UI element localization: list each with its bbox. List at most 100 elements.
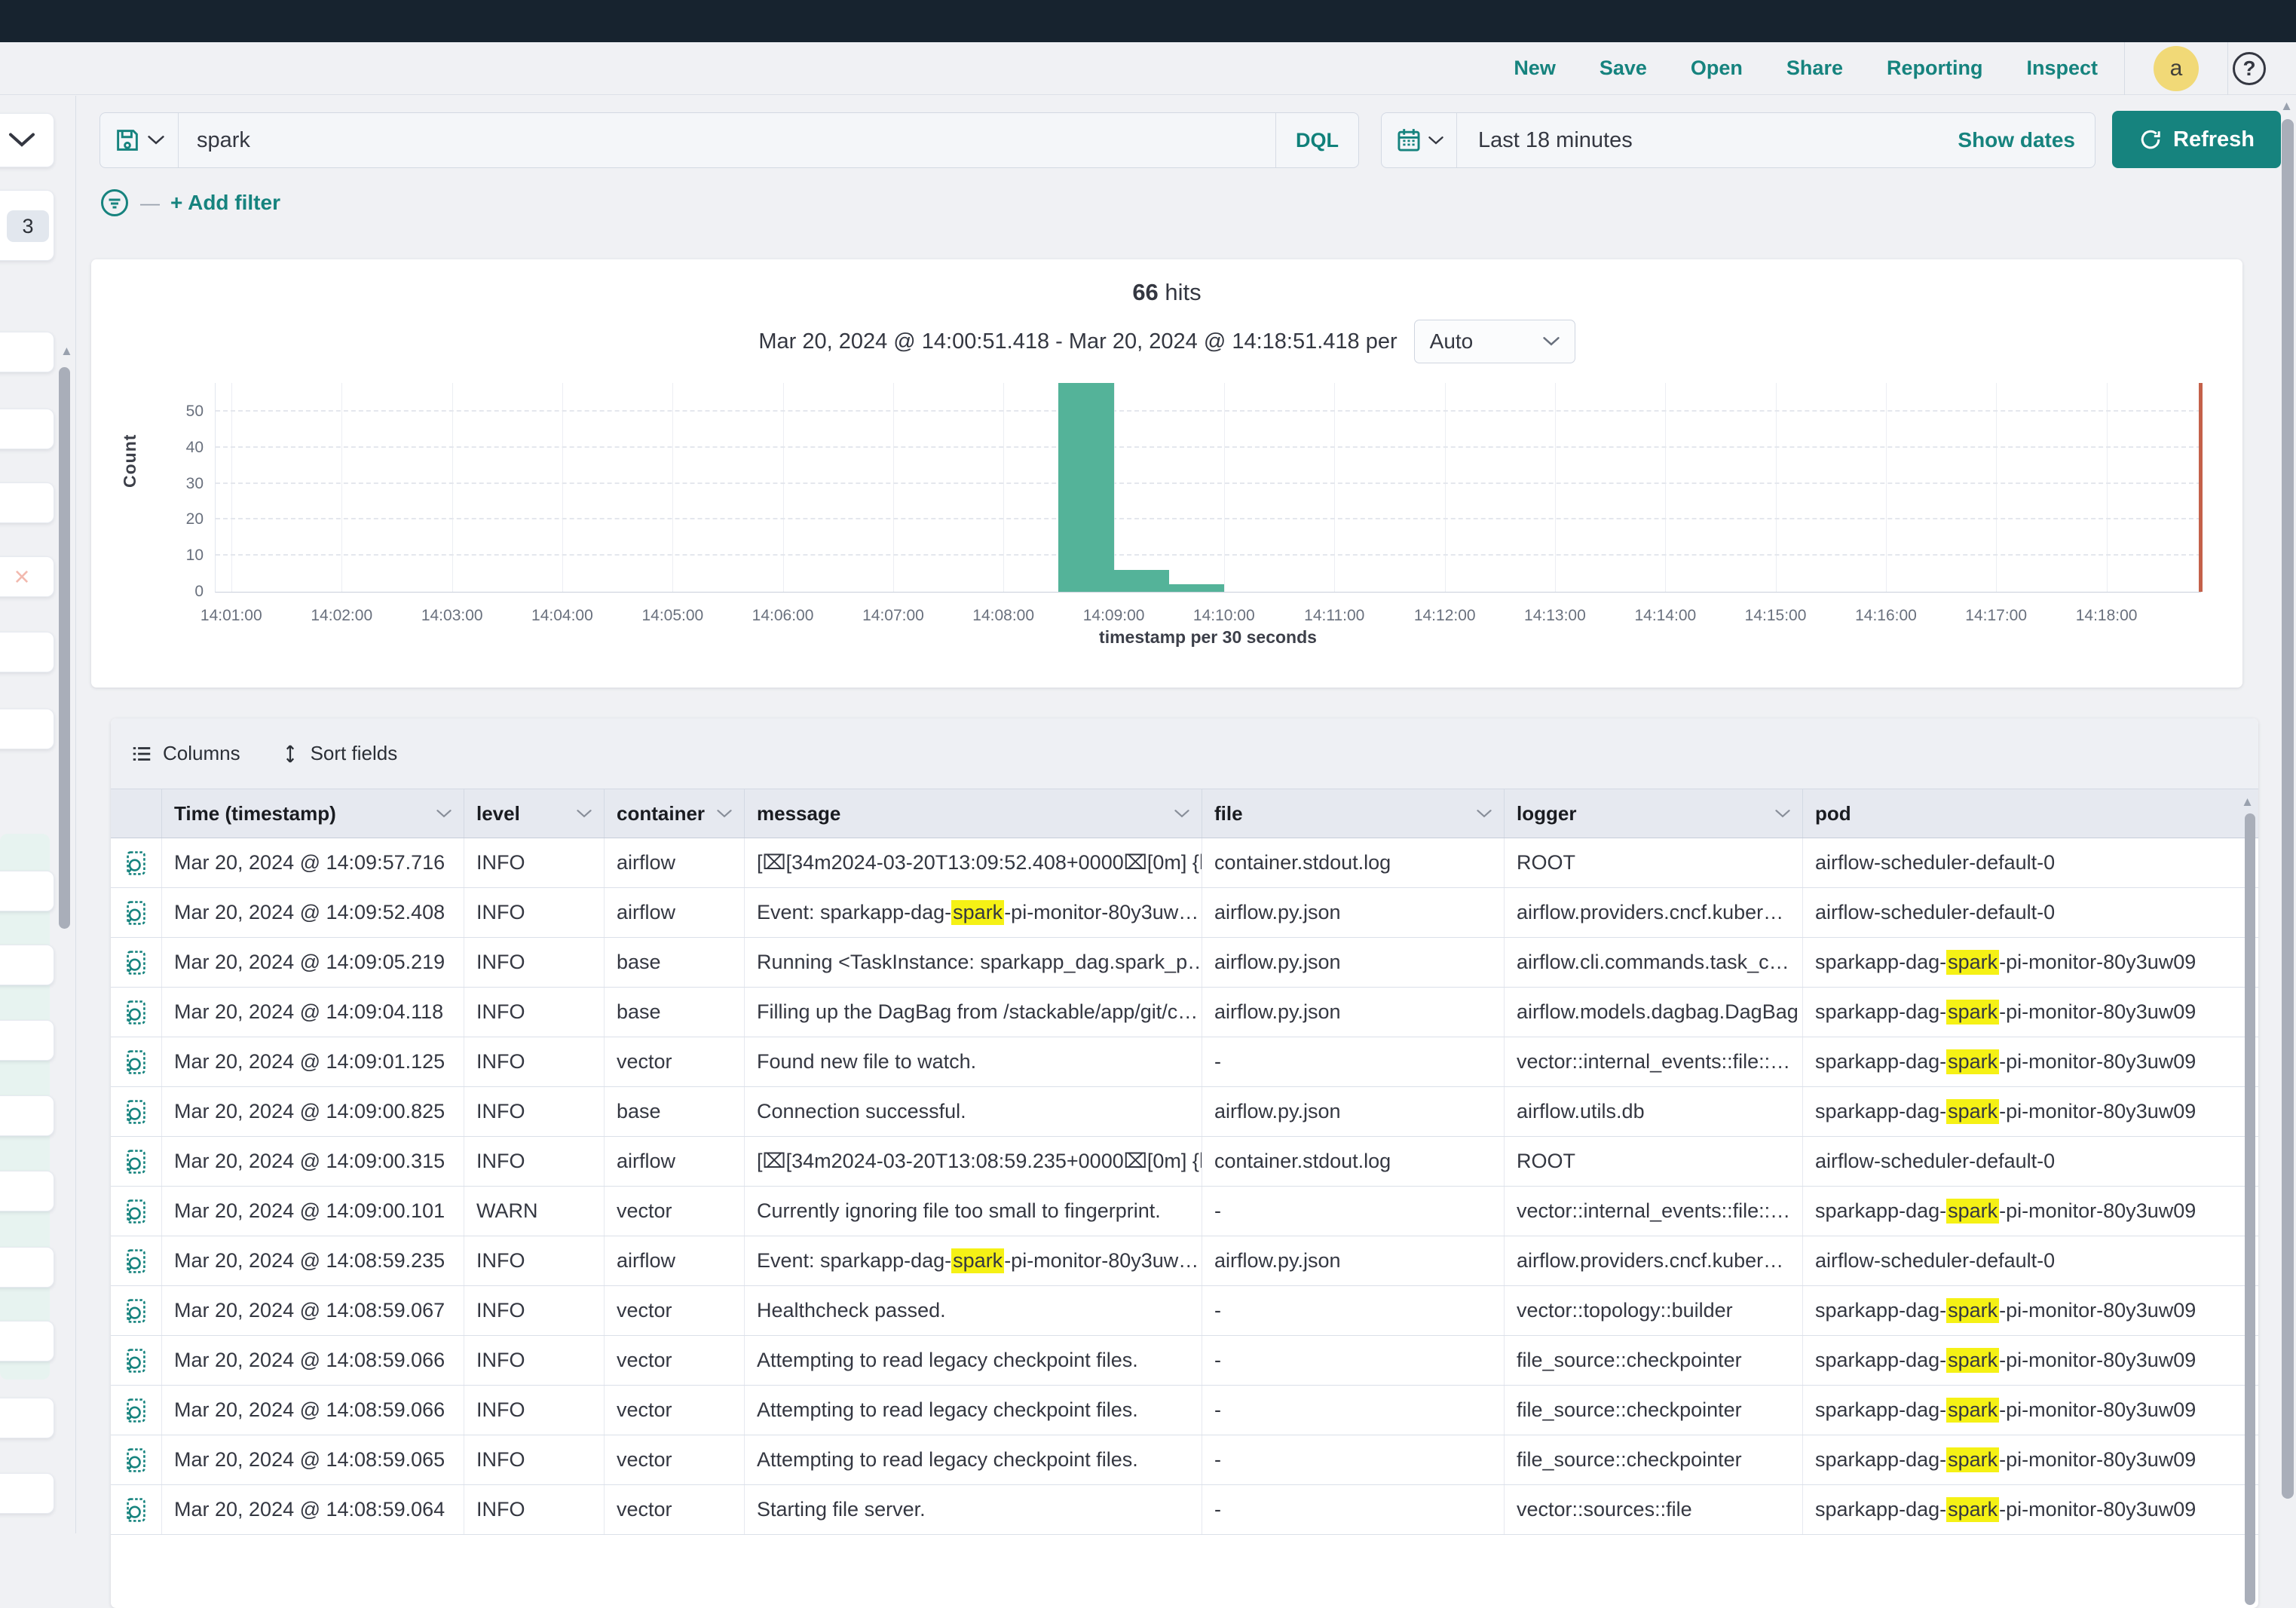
query-language-button[interactable]: DQL	[1275, 113, 1358, 167]
expand-row-button[interactable]	[111, 1336, 162, 1385]
nav-link-inspect[interactable]: Inspect	[2026, 57, 2098, 80]
col-header-file[interactable]: file	[1202, 789, 1505, 838]
sidebar-field-card[interactable]	[0, 1473, 54, 1514]
x-gridline	[672, 383, 673, 592]
sidebar-field-card[interactable]	[0, 945, 54, 985]
inspect-document-icon	[123, 946, 149, 979]
add-filter-button[interactable]: + Add filter	[170, 191, 280, 215]
sidebar-field-card[interactable]	[0, 1398, 54, 1438]
nav-link-open[interactable]: Open	[1691, 57, 1743, 80]
expand-row-button[interactable]	[111, 1137, 162, 1186]
cell-container: vector	[605, 1386, 745, 1435]
page-scroll-up-icon[interactable]: ▲	[2280, 100, 2293, 112]
cell-logger: file_source::checkpointer	[1505, 1435, 1803, 1484]
histogram-bar[interactable]	[1169, 584, 1224, 592]
col-header-logger[interactable]: logger	[1505, 789, 1803, 838]
sidebar-field-card[interactable]	[0, 1020, 54, 1061]
col-header-container[interactable]: container	[605, 789, 745, 838]
highlighted-term: spark	[1946, 1447, 1999, 1472]
interval-select[interactable]: Auto	[1414, 320, 1575, 363]
col-header-message[interactable]: message	[745, 789, 1202, 838]
histogram-bar[interactable]	[1058, 383, 1113, 592]
sidebar-field-card[interactable]	[0, 1321, 54, 1361]
cell-level: INFO	[464, 988, 605, 1037]
expand-row-button[interactable]	[111, 838, 162, 887]
col-header-pod[interactable]: pod	[1803, 789, 2258, 838]
table-scrollbar[interactable]	[2245, 813, 2255, 1605]
sort-chevron-icon	[1477, 809, 1492, 819]
avatar[interactable]: a	[2154, 46, 2199, 91]
sidebar-field-card[interactable]	[0, 332, 54, 372]
expand-row-button[interactable]	[111, 1236, 162, 1285]
nav-link-new[interactable]: New	[1514, 57, 1556, 80]
expand-row-button[interactable]	[111, 888, 162, 937]
documents-table-panel: Columns Sort fields Time (timestamp)leve…	[111, 718, 2258, 1608]
cell-time: Mar 20, 2024 @ 14:09:00.101	[162, 1187, 464, 1236]
sidebar-scroll-up-icon[interactable]: ▲	[60, 345, 73, 357]
expand-row-button[interactable]	[111, 1187, 162, 1236]
cell-pod: airflow-scheduler-default-0	[1803, 838, 2258, 887]
show-dates-button[interactable]: Show dates	[1958, 128, 2095, 152]
table-row: Mar 20, 2024 @ 14:08:59.066INFOvectorAtt…	[111, 1336, 2258, 1386]
cell-time: Mar 20, 2024 @ 14:08:59.064	[162, 1485, 464, 1534]
nav-link-share[interactable]: Share	[1786, 57, 1843, 80]
cell-level: WARN	[464, 1187, 605, 1236]
filter-icon[interactable]	[99, 188, 130, 218]
expand-row-button[interactable]	[111, 988, 162, 1037]
saved-query-menu-button[interactable]	[100, 113, 179, 167]
sidebar-field-card[interactable]	[0, 1247, 54, 1288]
remove-field-icon[interactable]: ×	[0, 557, 54, 596]
help-icon[interactable]: ?	[2233, 52, 2266, 85]
refresh-button[interactable]: Refresh	[2112, 111, 2281, 168]
sidebar-field-card[interactable]	[0, 1171, 54, 1211]
table-scroll-up-icon[interactable]: ▲	[2241, 795, 2254, 808]
sidebar-field-card[interactable]	[0, 1095, 54, 1136]
nav-link-reporting[interactable]: Reporting	[1887, 57, 1983, 80]
expand-row-button[interactable]	[111, 1087, 162, 1136]
cell-file: -	[1202, 1037, 1505, 1086]
x-gridline	[341, 383, 342, 592]
cell-pod: airflow-scheduler-default-0	[1803, 888, 2258, 937]
cell-message: [⌧[34m2024-03-20T13:08:59.235+0000⌧[0m] …	[745, 1137, 1202, 1186]
expand-row-button[interactable]	[111, 1286, 162, 1335]
nav-link-save[interactable]: Save	[1600, 57, 1647, 80]
sidebar-field-card[interactable]	[0, 632, 54, 672]
columns-label: Columns	[163, 742, 240, 765]
sidebar-field-card[interactable]	[0, 482, 54, 523]
x-tick-label: 14:08:00	[972, 607, 1034, 625]
search-query-input[interactable]	[179, 128, 1275, 153]
col-header-time-timestamp-[interactable]: Time (timestamp)	[162, 789, 464, 838]
divider: —	[140, 191, 160, 215]
histogram-bar[interactable]	[1114, 570, 1169, 592]
expand-row-button[interactable]	[111, 938, 162, 987]
expand-row-button[interactable]	[111, 1386, 162, 1435]
sidebar-field-card[interactable]: ×	[0, 556, 54, 597]
expand-row-button[interactable]	[111, 1435, 162, 1484]
fields-count-card[interactable]: 3	[0, 190, 54, 261]
cell-message: [⌧[34m2024-03-20T13:09:52.408+0000⌧[0m] …	[745, 838, 1202, 887]
sidebar-field-card[interactable]	[0, 871, 54, 911]
x-tick-label: 14:07:00	[862, 607, 924, 625]
sidebar-scrollbar[interactable]	[59, 367, 70, 929]
x-gridline	[1334, 383, 1335, 592]
cell-logger: airflow.providers.cncf.kuber…	[1505, 1236, 1803, 1285]
chevron-down-icon	[8, 133, 35, 148]
cell-container: vector	[605, 1336, 745, 1385]
expand-row-button[interactable]	[111, 1037, 162, 1086]
cell-file: container.stdout.log	[1202, 838, 1505, 887]
sort-fields-button[interactable]: Sort fields	[280, 742, 398, 765]
col-header-level[interactable]: level	[464, 789, 605, 838]
cell-message: Attempting to read legacy checkpoint fil…	[745, 1435, 1202, 1484]
y-tick-label: 10	[186, 547, 204, 565]
columns-button[interactable]: Columns	[130, 742, 240, 765]
expand-row-button[interactable]	[111, 1485, 162, 1534]
time-range-value[interactable]: Last 18 minutes	[1457, 128, 1958, 153]
sidebar-field-card[interactable]	[0, 709, 54, 749]
cell-time: Mar 20, 2024 @ 14:08:59.066	[162, 1336, 464, 1385]
sidebar-field-card[interactable]	[0, 409, 54, 449]
date-quick-menu-button[interactable]	[1382, 113, 1457, 167]
page-scrollbar[interactable]	[2282, 119, 2294, 1499]
collapse-sidebar-button[interactable]	[0, 113, 54, 167]
filter-bar: — + Add filter	[99, 185, 280, 220]
cell-file: airflow.py.json	[1202, 1236, 1505, 1285]
